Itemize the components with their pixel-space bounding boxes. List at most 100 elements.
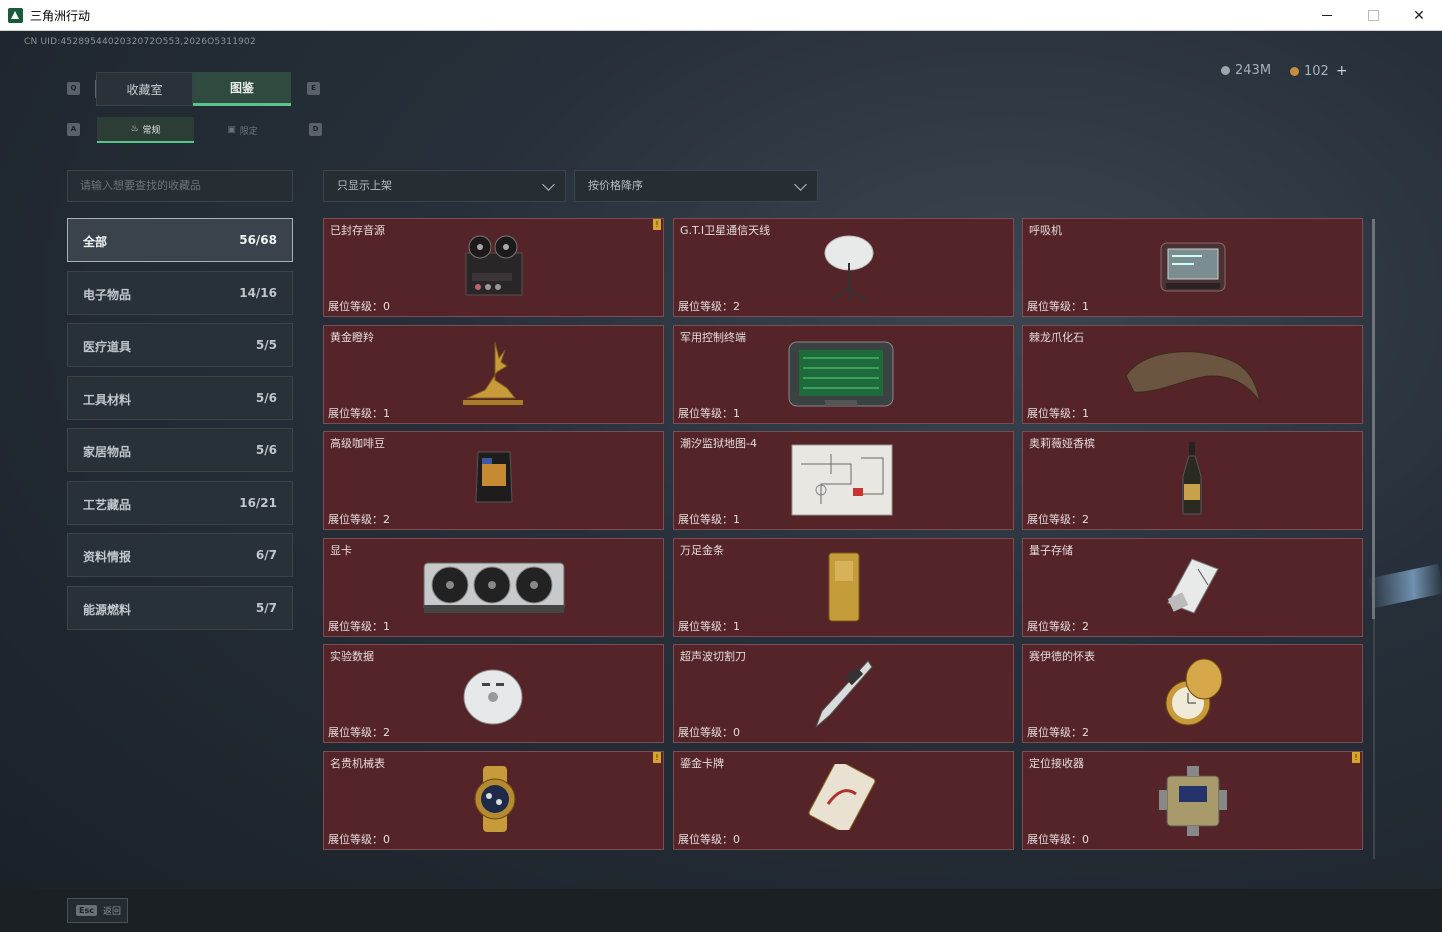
collection-item-card[interactable]: 棘龙爪化石 展位等级：1 (1022, 324, 1363, 424)
coffee-bag-icon (474, 446, 514, 510)
category-count: 16/21 (239, 495, 277, 510)
item-booth-level: 展位等级：2 (328, 513, 390, 526)
item-booth-level: 展位等级：2 (328, 726, 390, 739)
category-label: 工艺藏品 (83, 497, 132, 512)
maximize-button[interactable] (1350, 0, 1396, 31)
category-item[interactable]: 电子物品 14/16 (67, 270, 293, 315)
item-booth-level: 展位等级：2 (1027, 513, 1089, 526)
category-item[interactable]: 能源燃料 5/7 (67, 585, 293, 630)
subtab-limited-label: 限定 (239, 126, 258, 137)
frame-icon: ▣ (227, 125, 236, 135)
shelf-filter-value: 只显示上架 (337, 179, 392, 192)
category-item[interactable]: 医疗道具 5/5 (67, 323, 293, 367)
player-uid: CN UID:4528954402032072O553,2026O5311902 (24, 37, 256, 47)
gold-bar-icon (827, 551, 861, 627)
collection-item-card[interactable]: 赛伊德的怀表 展位等级：2 (1022, 644, 1363, 743)
item-name: 赛伊德的怀表 (1029, 650, 1095, 663)
collection-item-card[interactable]: G.T.I卫星通信天线 展位等级：2 (673, 218, 1014, 317)
item-name: 棘龙爪化石 (1029, 330, 1084, 344)
key-hint-e: E (307, 82, 320, 95)
category-item[interactable]: 全部 56/68 (67, 218, 293, 262)
collection-item-card[interactable]: 军用控制终端 展位等级：1 (673, 324, 1014, 424)
sort-value: 按价格降序 (588, 179, 643, 192)
collection-item-card[interactable]: 奥莉薇娅香槟 展位等级：2 (1022, 431, 1363, 530)
chevron-down-icon (542, 178, 555, 191)
footer-bar (0, 889, 1442, 932)
minimize-button[interactable] (1304, 0, 1350, 31)
collection-item-card[interactable]: 实验数据 展位等级：2 (323, 644, 664, 743)
silver-currency: 243M (1221, 63, 1271, 78)
item-booth-level: 展位等级：2 (1027, 619, 1089, 633)
reel-recorder-icon (458, 233, 528, 303)
item-booth-level: 展位等级：2 (1027, 726, 1089, 739)
category-label: 家居物品 (83, 445, 132, 459)
category-item[interactable]: 资料情报 6/7 (67, 533, 293, 577)
window-titlebar: 三角洲行动 ✕ (0, 0, 1442, 31)
collection-item-card[interactable]: 定位接收器 展位等级：0! (1022, 750, 1363, 850)
item-name: 量子存储 (1029, 543, 1073, 557)
add-currency-button[interactable]: + (1336, 63, 1348, 79)
category-label: 电子物品 (83, 287, 132, 302)
collection-item-card[interactable]: 呼吸机 展位等级：1 (1022, 218, 1363, 317)
item-name: 高级咖啡豆 (330, 437, 385, 450)
category-label: 医疗道具 (83, 340, 132, 354)
item-name: 军用控制终端 (680, 330, 746, 344)
close-button[interactable]: ✕ (1396, 0, 1442, 31)
collection-item-card[interactable]: 黄金瞪羚 展位等级：1 (323, 324, 664, 424)
category-item[interactable]: 家居物品 5/6 (67, 428, 293, 472)
collection-item-card[interactable]: 高级咖啡豆 展位等级：2 (323, 431, 664, 530)
item-booth-level: 展位等级：0 (678, 726, 740, 739)
shelf-filter-dropdown[interactable]: 只显示上架 (323, 170, 566, 202)
sort-dropdown[interactable]: 按价格降序 (574, 170, 818, 202)
item-booth-level: 展位等级：0 (1027, 832, 1089, 846)
category-count: 5/7 (255, 600, 277, 615)
tab-collection-room[interactable]: 收藏室 (96, 72, 193, 106)
subtab-regular[interactable]: ♨ 常规 (97, 117, 194, 143)
gilded-card-icon (804, 759, 880, 834)
item-booth-level: 展位等级：2 (678, 300, 740, 313)
key-hint-d: D (309, 123, 322, 136)
item-booth-level: 展位等级：1 (1027, 406, 1089, 420)
collection-item-card[interactable]: 万足金条 展位等级：1 (673, 537, 1014, 637)
collection-item-card[interactable]: 名贵机械表 展位等级：0! (323, 750, 664, 850)
category-label: 工具材料 (83, 392, 132, 407)
collection-item-card[interactable]: 潮汐监狱地图-4 展位等级：1 (673, 431, 1014, 530)
graphics-card-icon (422, 557, 566, 621)
flame-icon: ♨ (130, 124, 139, 134)
chevron-down-icon (794, 178, 807, 191)
tab-catalog[interactable]: 图鉴 (193, 72, 291, 106)
category-count: 56/68 (239, 233, 277, 247)
item-name: 显卡 (330, 543, 352, 557)
category-count: 5/5 (255, 338, 277, 352)
subtab-regular-label: 常规 (142, 125, 161, 136)
alert-badge-icon: ! (653, 219, 661, 230)
category-item[interactable]: 工艺藏品 16/21 (67, 480, 293, 525)
category-label: 资料情报 (83, 550, 132, 564)
window-title: 三角洲行动 (30, 9, 91, 23)
collection-item-card[interactable]: 量子存储 展位等级：2 (1022, 537, 1363, 637)
item-name: 鎏金卡牌 (680, 756, 724, 770)
item-name: 潮汐监狱地图-4 (680, 437, 757, 450)
quantum-storage-icon (1162, 555, 1222, 621)
key-hint-q: Q (67, 82, 80, 95)
gold-coin-icon (1290, 66, 1299, 76)
collection-item-card[interactable]: 已封存音源 展位等级：0! (323, 218, 664, 317)
search-input[interactable]: 请输入想要查找的收藏品 (67, 170, 293, 202)
alert-badge-icon: ! (1352, 751, 1360, 763)
collection-item-card[interactable]: 鎏金卡牌 展位等级：0 (673, 750, 1014, 850)
silver-amount: 243M (1235, 63, 1272, 78)
back-label: 返回 (102, 907, 121, 917)
collection-item-card[interactable]: 超声波切割刀 展位等级：0 (673, 644, 1014, 743)
item-name: 已封存音源 (330, 224, 385, 237)
scrollbar-thumb[interactable] (1372, 219, 1375, 619)
claw-fossil-icon (1120, 346, 1262, 408)
map-sheet-icon (791, 444, 893, 520)
back-button[interactable]: Esc 返回 (67, 898, 128, 923)
satellite-antenna-icon (819, 233, 879, 307)
category-count: 6/7 (255, 548, 277, 562)
category-item[interactable]: 工具材料 5/6 (67, 375, 293, 420)
collection-item-card[interactable]: 显卡 展位等级：1 (323, 537, 664, 637)
category-count: 5/6 (255, 443, 277, 457)
subtab-limited[interactable]: ▣ 限定 (194, 117, 291, 143)
app-logo-icon (8, 8, 23, 23)
